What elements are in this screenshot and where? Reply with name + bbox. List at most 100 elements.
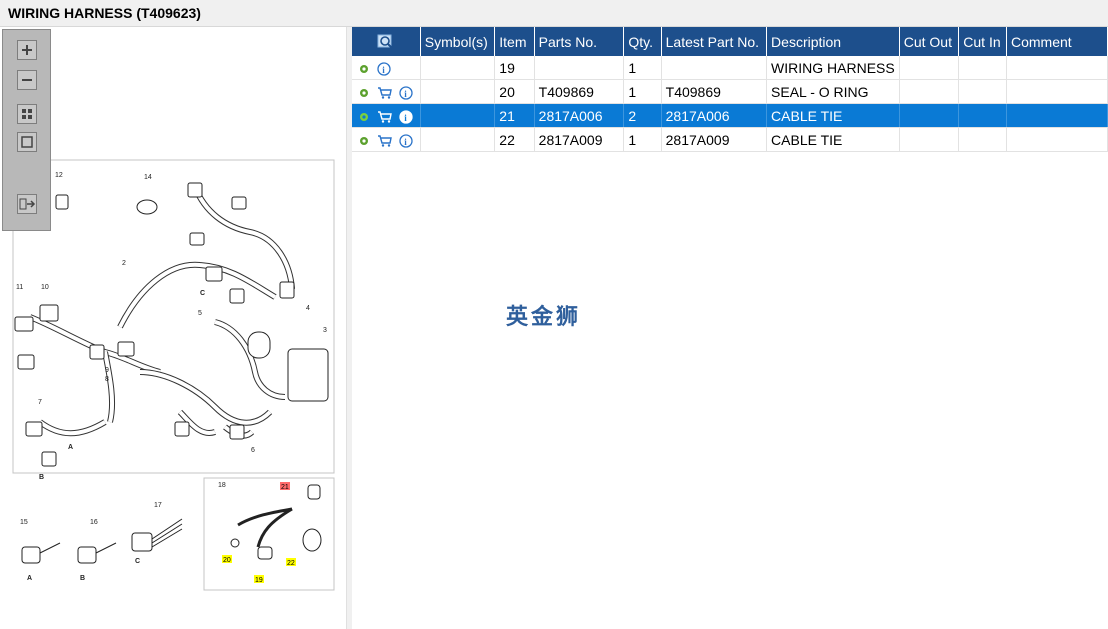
diagram-letter-label: B bbox=[80, 575, 85, 582]
diagram-letter-label: B bbox=[39, 474, 44, 481]
cart-icon[interactable] bbox=[377, 86, 392, 99]
hotspot-label[interactable]: 19 bbox=[255, 577, 263, 584]
column-header-qty[interactable]: Qty. bbox=[623, 27, 662, 56]
diagram-label: 10 bbox=[41, 284, 49, 291]
cell-item: 21 bbox=[494, 103, 535, 128]
fit-page-icon[interactable] bbox=[17, 104, 37, 124]
cell-cut-out bbox=[899, 127, 960, 152]
actual-size-icon[interactable] bbox=[17, 132, 37, 152]
column-header-symbols[interactable]: Symbol(s) bbox=[420, 27, 496, 56]
diagram-label: 17 bbox=[154, 502, 162, 509]
diagram-label: 3 bbox=[323, 327, 327, 334]
diagram-label: 8 bbox=[105, 376, 109, 383]
info-icon[interactable]: i bbox=[399, 133, 413, 148]
cell-latest-part-no: 2817A006 bbox=[661, 103, 768, 128]
column-header-search[interactable] bbox=[352, 27, 421, 56]
zoom-toolbar bbox=[2, 29, 51, 231]
parts-diagram[interactable]: 12 14 2 11 10 4 3 5 9 8 7 6 15 16 17 18 … bbox=[0, 27, 346, 629]
diagram-letter-label: A bbox=[27, 575, 32, 582]
cell-description: SEAL - O RING bbox=[766, 79, 900, 104]
table-row[interactable]: i 19 1 WIRING HARNESS bbox=[352, 56, 1108, 80]
cell-qty: 1 bbox=[623, 127, 662, 152]
detail-inset-frame bbox=[203, 477, 335, 591]
row-actions: i bbox=[352, 79, 421, 104]
cart-icon[interactable] bbox=[377, 110, 392, 123]
zoom-in-icon[interactable] bbox=[17, 40, 37, 60]
cell-symbols bbox=[420, 127, 496, 152]
svg-text:i: i bbox=[404, 89, 407, 99]
cell-comment bbox=[1006, 127, 1108, 152]
cell-cut-out bbox=[899, 56, 960, 80]
cell-cut-in bbox=[958, 56, 1007, 80]
cell-latest-part-no: T409869 bbox=[661, 79, 768, 104]
cell-item: 20 bbox=[494, 79, 535, 104]
cell-qty: 2 bbox=[623, 103, 662, 128]
cell-description: CABLE TIE bbox=[766, 103, 900, 128]
column-header-comment[interactable]: Comment bbox=[1006, 27, 1108, 56]
cell-description: WIRING HARNESS bbox=[766, 56, 900, 80]
window-title: WIRING HARNESS (T409623) bbox=[8, 5, 201, 21]
cell-parts-no: T409869 bbox=[534, 79, 625, 104]
cell-comment bbox=[1006, 79, 1108, 104]
diagram-label: 5 bbox=[198, 310, 202, 317]
info-icon[interactable]: i bbox=[377, 61, 391, 76]
gear-icon[interactable] bbox=[358, 111, 370, 123]
cell-item: 19 bbox=[494, 56, 535, 80]
column-header-cut-out[interactable]: Cut Out bbox=[899, 27, 960, 56]
diagram-pane[interactable]: 12 14 2 11 10 4 3 5 9 8 7 6 15 16 17 18 … bbox=[0, 27, 346, 629]
export-icon[interactable] bbox=[17, 194, 37, 214]
cell-cut-out bbox=[899, 79, 960, 104]
hotspot-label[interactable]: 22 bbox=[287, 560, 295, 567]
gear-icon[interactable] bbox=[358, 63, 370, 75]
info-icon[interactable]: i bbox=[399, 109, 413, 124]
row-actions: i bbox=[352, 103, 421, 128]
row-actions: i bbox=[352, 127, 421, 152]
cell-comment bbox=[1006, 103, 1108, 128]
diagram-label: 15 bbox=[20, 519, 28, 526]
cell-qty: 1 bbox=[623, 79, 662, 104]
gear-icon[interactable] bbox=[358, 87, 370, 99]
column-header-latest-part-no[interactable]: Latest Part No. bbox=[661, 27, 768, 56]
cell-latest-part-no bbox=[661, 56, 768, 80]
column-header-description[interactable]: Description bbox=[766, 27, 900, 56]
diagram-letter-label: C bbox=[135, 558, 140, 565]
hotspot-label[interactable]: 20 bbox=[223, 557, 231, 564]
cell-cut-in bbox=[958, 127, 1007, 152]
cell-cut-out bbox=[899, 103, 960, 128]
diagram-label: 18 bbox=[218, 482, 226, 489]
table-row-selected[interactable]: i 21 2817A006 2 2817A006 CABLE TIE bbox=[352, 103, 1108, 128]
table-row[interactable]: i 20 T409869 1 T409869 SEAL - O RING bbox=[352, 79, 1108, 104]
search-icon[interactable] bbox=[377, 33, 395, 51]
cell-parts-no bbox=[534, 56, 625, 80]
svg-text:i: i bbox=[382, 65, 385, 75]
cell-cut-in bbox=[958, 79, 1007, 104]
diagram-label: 7 bbox=[38, 399, 42, 406]
cell-item: 22 bbox=[494, 127, 535, 152]
column-header-item[interactable]: Item bbox=[494, 27, 535, 56]
column-header-cut-in[interactable]: Cut In bbox=[958, 27, 1007, 56]
diagram-letter-label: C bbox=[200, 290, 205, 297]
cell-cut-in bbox=[958, 103, 1007, 128]
cell-qty: 1 bbox=[623, 56, 662, 80]
diagram-label: 12 bbox=[55, 172, 63, 179]
svg-text:i: i bbox=[404, 137, 407, 147]
diagram-label: 11 bbox=[16, 284, 23, 291]
zoom-out-icon[interactable] bbox=[17, 70, 37, 90]
diagram-label: 16 bbox=[90, 519, 98, 526]
diagram-label: 2 bbox=[122, 260, 126, 267]
hotspot-label[interactable]: 21 bbox=[281, 484, 289, 491]
info-icon[interactable]: i bbox=[399, 85, 413, 100]
parts-table: Symbol(s) Item Parts No. Qty. Latest Par… bbox=[352, 27, 1108, 152]
cart-icon[interactable] bbox=[377, 134, 392, 147]
diagram-letter-label: A bbox=[68, 444, 73, 451]
diagram-label: 14 bbox=[144, 174, 152, 181]
diagram-label: 6 bbox=[251, 447, 255, 454]
table-row[interactable]: i 22 2817A009 1 2817A009 CABLE TIE bbox=[352, 127, 1108, 152]
cell-symbols bbox=[420, 79, 496, 104]
parts-list-pane: Symbol(s) Item Parts No. Qty. Latest Par… bbox=[352, 27, 1108, 629]
table-header-row: Symbol(s) Item Parts No. Qty. Latest Par… bbox=[352, 27, 1108, 56]
gear-icon[interactable] bbox=[358, 135, 370, 147]
column-header-parts-no[interactable]: Parts No. bbox=[534, 27, 625, 56]
cell-parts-no: 2817A009 bbox=[534, 127, 625, 152]
diagram-label: 9 bbox=[105, 367, 109, 374]
